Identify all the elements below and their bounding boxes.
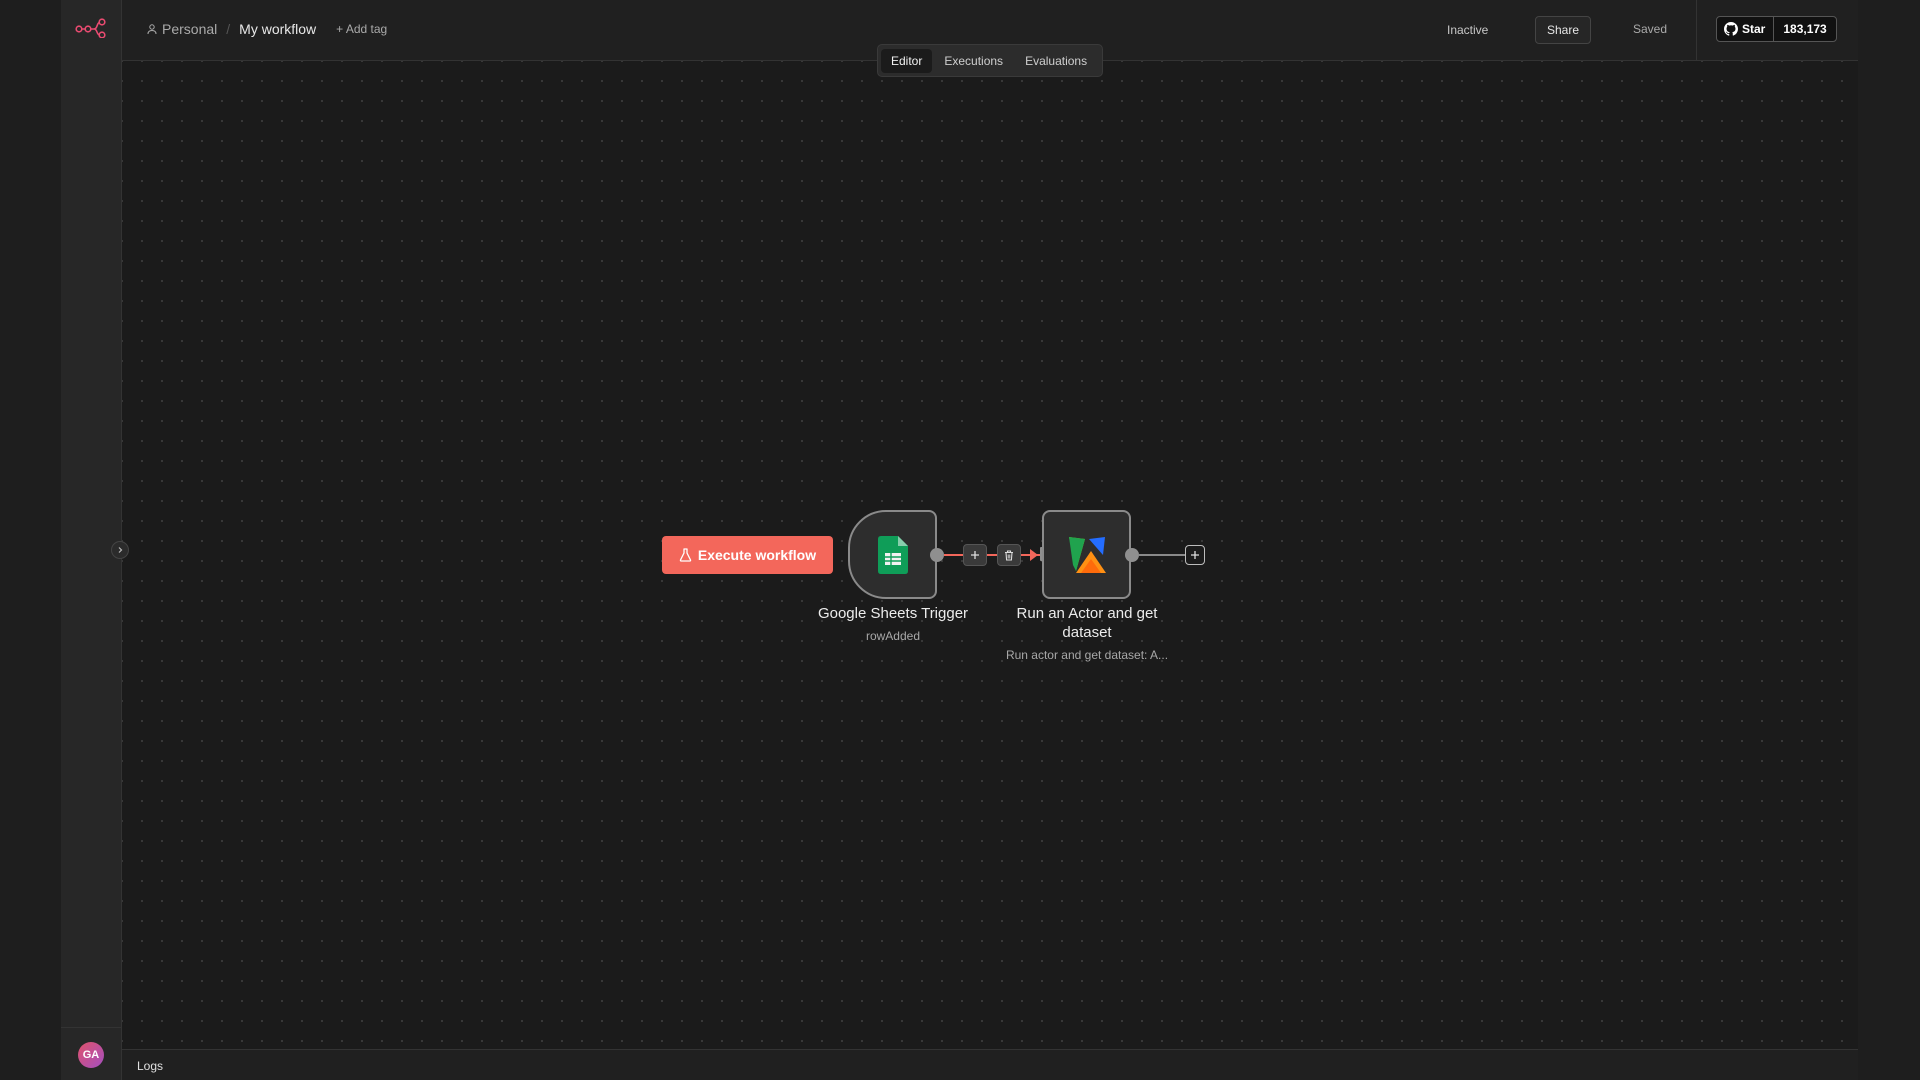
workflow-status-toggle[interactable]: Inactive [1447,23,1488,37]
logs-panel-bar[interactable]: Logs [122,1049,1858,1080]
user-icon [147,24,157,35]
node-subtitle: Run actor and get dataset: A... [1005,648,1169,662]
node-subtitle: rowAdded [865,629,921,643]
node-title: Run an Actor and get dataset [1016,605,1158,641]
node-title: Google Sheets Trigger [817,605,969,622]
connection-delete-button[interactable] [997,544,1021,566]
avatar-initials: GA [82,1049,100,1061]
node-google-sheets-trigger[interactable] [848,510,937,599]
connection-arrow-icon [1030,549,1038,561]
breadcrumb-project-link[interactable]: Personal [162,21,217,37]
expand-sidebar-button[interactable] [111,541,129,559]
user-avatar[interactable]: GA [78,1042,104,1068]
github-star-label: Star [1742,22,1766,36]
main-sidebar: GA [61,0,122,1080]
plus-icon [971,551,979,559]
output-port[interactable] [930,548,944,562]
connection-add-node-button[interactable] [963,544,987,566]
sidebar-divider [61,1027,122,1028]
tab-editor[interactable]: Editor [881,48,933,73]
add-tag-button[interactable]: + Add tag [336,22,387,36]
github-icon [1724,22,1738,36]
output-port[interactable] [1125,548,1139,562]
execute-workflow-button[interactable]: Execute workflow [662,536,833,574]
add-next-node-button[interactable] [1185,545,1205,565]
saved-status: Saved [1633,22,1668,36]
google-sheets-icon [877,535,908,574]
outer-margin-right [1858,0,1920,1080]
n8n-logo-icon[interactable] [75,18,107,39]
workflow-name[interactable]: My workflow [239,21,316,37]
view-tabs: Editor Executions Evaluations [877,44,1103,77]
flask-icon [679,548,692,562]
plus-icon [1191,551,1199,559]
node-run-actor-get-dataset[interactable] [1042,510,1131,599]
github-star-count: 183,173 [1783,22,1827,36]
trash-icon [1005,549,1013,561]
breadcrumb: Personal / My workflow + Add tag [146,21,387,37]
github-star-label-area[interactable]: Star [1717,17,1775,41]
execute-workflow-label: Execute workflow [697,547,817,563]
share-button[interactable]: Share [1535,16,1591,44]
tab-executions[interactable]: Executions [934,49,1013,73]
trailing-connection-line [1139,554,1185,556]
header-divider [1696,0,1697,60]
outer-margin-left [0,0,61,1080]
tab-evaluations[interactable]: Evaluations [1015,49,1097,73]
breadcrumb-separator: / [226,21,231,37]
apify-icon [1068,536,1106,573]
connection-line[interactable] [944,554,1040,556]
logs-label[interactable]: Logs [137,1059,163,1073]
github-star-button[interactable]: Star 183,173 [1716,16,1837,42]
chevron-right-icon [118,547,123,553]
